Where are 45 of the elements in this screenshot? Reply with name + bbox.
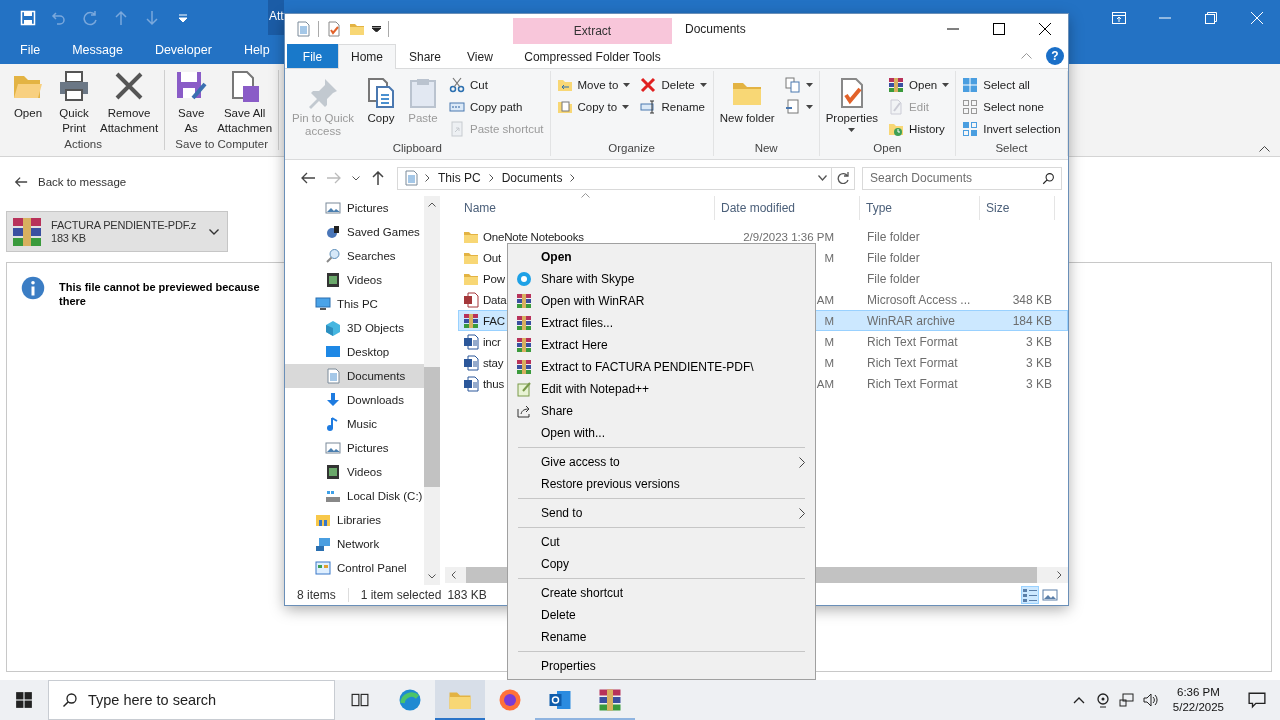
group-label: Open: [872, 142, 903, 156]
file-type: File folder: [867, 271, 920, 286]
file-type: Microsoft Access ...: [867, 292, 971, 307]
modified-date: M: [824, 251, 834, 264]
clock-date: 5/22/2025: [1172, 700, 1224, 715]
group-label: New: [753, 142, 779, 156]
modified-date: AM: [816, 377, 834, 390]
group-label: Save to Computer: [175, 138, 268, 150]
file-type: Rich Text Format: [867, 376, 958, 391]
group-label: Clipboard: [391, 142, 443, 156]
item-count: 8 items: [297, 588, 349, 602]
window-title: Documents: [684, 21, 746, 38]
clock-time: 6:36 PM: [1177, 685, 1220, 700]
group-label: Select: [994, 142, 1029, 156]
file-name: OneNote Notebooks: [483, 230, 584, 243]
contextual-tab-header: Extract: [513, 18, 672, 44]
file-type: WinRAR archive: [867, 313, 956, 328]
modified-date: M: [824, 314, 834, 327]
selection-size: 183 KB: [447, 588, 487, 602]
group-label: Organize: [607, 142, 656, 156]
group-label: Actions: [64, 138, 102, 150]
modified-date: AM: [816, 293, 834, 306]
modified-date: 2/9/2023 1:36 PM: [743, 230, 834, 243]
modified-date: M: [824, 335, 834, 348]
selection-count: 1 item selected: [360, 588, 442, 602]
file-size: 3 KB: [1026, 376, 1052, 391]
file-name: Out: [483, 251, 501, 264]
file-name: stay: [483, 356, 504, 369]
file-name: Data: [483, 293, 507, 306]
file-size: 3 KB: [1026, 355, 1052, 370]
file-type: File folder: [867, 229, 920, 244]
file-name: FAC: [483, 314, 505, 327]
attachment-name: FACTURA PENDIENTE-PDF.z: [51, 219, 198, 231]
file-type: Rich Text Format: [867, 355, 958, 370]
file-name: thus: [483, 377, 504, 390]
file-name: Pow: [483, 272, 505, 285]
modified-date: M: [824, 356, 834, 369]
attachment-size: 183 KB: [51, 232, 87, 244]
file-type: File folder: [867, 250, 920, 265]
file-size: 3 KB: [1026, 334, 1052, 349]
preview-message: This file cannot be previewed because there: [59, 280, 261, 308]
file-name: incr: [483, 335, 501, 348]
file-type: Rich Text Format: [867, 334, 958, 349]
file-size: 348 KB: [1012, 292, 1052, 307]
file-size: 184 KB: [1012, 313, 1052, 328]
